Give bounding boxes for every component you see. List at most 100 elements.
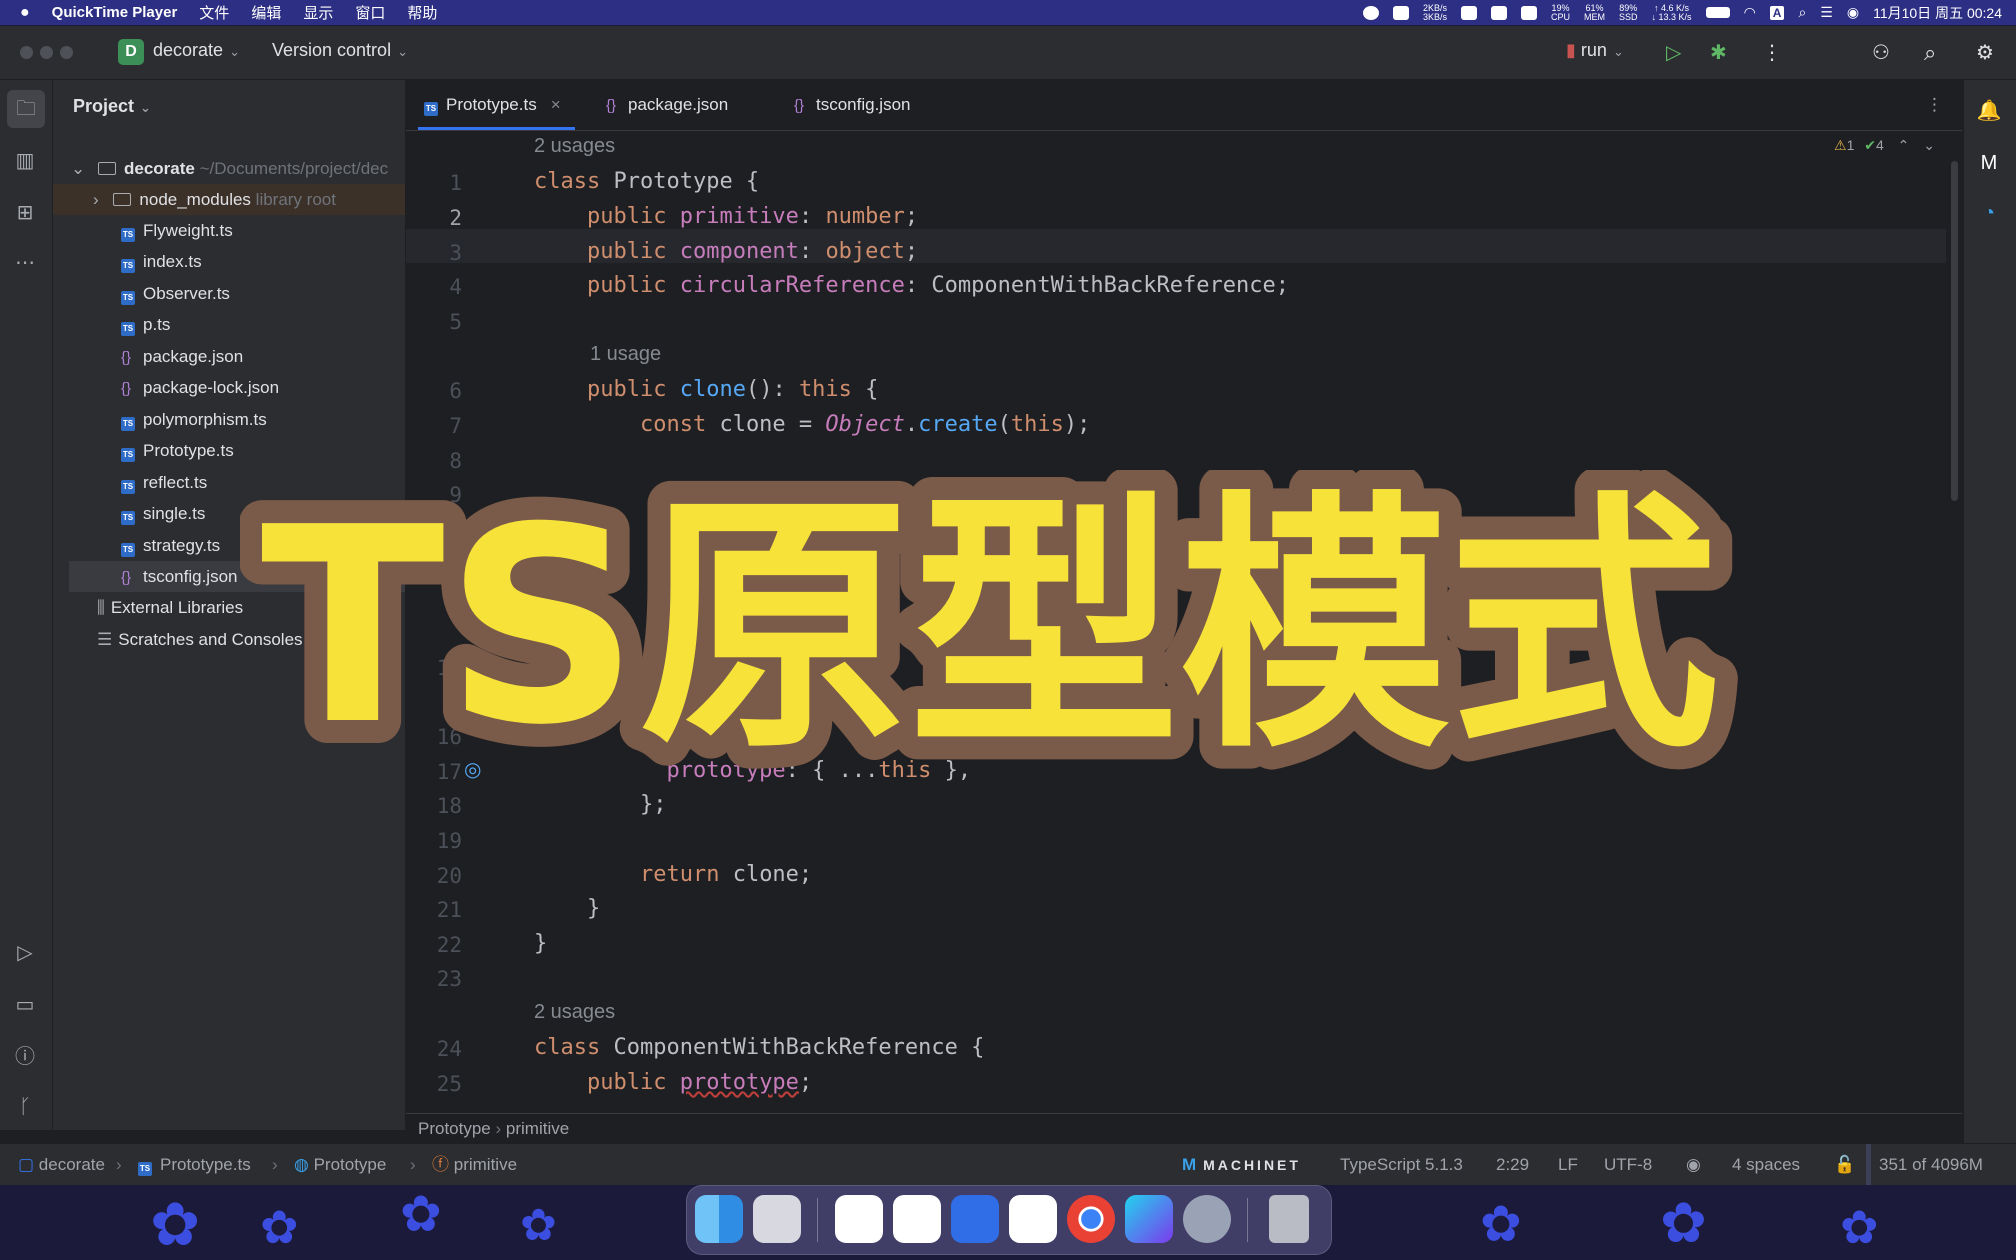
record-icon[interactable] xyxy=(1362,5,1379,20)
feishu-icon[interactable] xyxy=(951,1195,999,1243)
link-icon[interactable] xyxy=(1491,5,1507,20)
tabs-more-icon[interactable]: ⋮ xyxy=(1926,80,1943,130)
version-control-menu[interactable]: Version control ⌄ xyxy=(272,40,408,61)
menu-help[interactable]: 帮助 xyxy=(407,2,437,23)
editor-scrollbar[interactable] xyxy=(1951,161,1958,501)
webstorm-icon[interactable] xyxy=(1125,1195,1173,1243)
tree-item[interactable]: TS Observer.ts xyxy=(53,278,405,309)
project-badge[interactable]: D xyxy=(118,39,144,65)
tree-item[interactable]: TS index.ts xyxy=(53,246,405,277)
breadcrumb-class[interactable]: Prototype xyxy=(418,1119,491,1138)
lark-icon[interactable] xyxy=(893,1195,941,1243)
project-tool-icon[interactable]: 🗀 xyxy=(7,90,45,128)
status-path-file[interactable]: TS Prototype.ts xyxy=(138,1144,251,1185)
video-icon[interactable] xyxy=(1461,5,1477,20)
usage-hint[interactable]: 2 usages xyxy=(534,1001,615,1024)
tree-item[interactable]: {} package-lock.json xyxy=(53,372,405,403)
file-encoding[interactable]: UTF-8 xyxy=(1604,1144,1652,1185)
search-everywhere-icon[interactable]: ⌕ xyxy=(1924,40,1936,66)
menu-app-name[interactable]: QuickTime Player xyxy=(52,4,178,21)
structure-tool-icon[interactable]: ▥ xyxy=(12,148,38,174)
language-version[interactable]: TypeScript 5.1.3 xyxy=(1340,1144,1463,1185)
photos-app-icon[interactable] xyxy=(835,1195,883,1243)
line-number: 23 xyxy=(436,967,462,991)
bird-icon[interactable] xyxy=(1521,5,1537,20)
run-config-selector[interactable]: ▮ run ⌄ xyxy=(1566,40,1624,61)
apple-icon[interactable]: ● xyxy=(20,4,30,22)
chrome-icon[interactable] xyxy=(1067,1195,1115,1243)
plugins-tool-icon[interactable]: ⊞ xyxy=(12,200,38,226)
trash-icon[interactable] xyxy=(1269,1195,1309,1243)
machinet-icon[interactable]: M xyxy=(1976,150,2002,176)
menu-file[interactable]: 文件 xyxy=(199,2,229,23)
caret-position[interactable]: 2:29 xyxy=(1496,1144,1529,1185)
menu-view[interactable]: 显示 xyxy=(303,2,333,23)
menu-edit[interactable]: 编辑 xyxy=(251,2,281,23)
todesk-icon[interactable] xyxy=(1009,1195,1057,1243)
debug-button[interactable]: ✱ xyxy=(1710,40,1727,65)
project-switcher[interactable]: decorate ⌄ xyxy=(153,40,240,61)
tab-prototype-ts[interactable]: TS Prototype.ts × xyxy=(418,80,575,130)
chevron-down-icon[interactable]: ⌄ xyxy=(1923,137,1935,153)
input-method-icon[interactable]: A xyxy=(1769,5,1785,20)
tree-item[interactable]: TS Flyweight.ts xyxy=(53,215,405,246)
line-ending[interactable]: LF xyxy=(1558,1144,1578,1185)
finder-icon[interactable] xyxy=(695,1195,743,1243)
siri-icon[interactable]: ◉ xyxy=(1847,4,1859,21)
more-tools-icon[interactable]: ⋯ xyxy=(12,250,38,276)
control-center-icon[interactable]: ☰ xyxy=(1820,4,1833,21)
indent-setting[interactable]: 4 spaces xyxy=(1732,1144,1800,1185)
services-tool-icon[interactable]: ▷ xyxy=(12,940,38,966)
tree-item[interactable]: TS polymorphism.ts xyxy=(53,404,405,435)
close-tab-icon[interactable]: × xyxy=(551,95,561,114)
tree-item[interactable]: › node_modules library root xyxy=(53,184,405,215)
tab-package-json[interactable]: {} package.json xyxy=(606,80,728,130)
close-window-button[interactable] xyxy=(20,46,33,59)
typescript-file-icon: TS xyxy=(121,480,135,494)
settings-gear-icon[interactable]: ⚙ xyxy=(1976,40,1994,65)
notifications-icon[interactable]: 🔔 xyxy=(1976,98,2002,124)
problems-tool-icon[interactable]: ⓘ xyxy=(12,1044,38,1070)
eye-icon[interactable]: ◉ xyxy=(1686,1144,1701,1185)
collapse-arrow-icon[interactable]: › xyxy=(93,190,99,209)
memory-indicator[interactable]: 351 of 4096M xyxy=(1866,1144,1983,1185)
expand-arrow-icon[interactable]: ⌄ xyxy=(71,159,85,178)
menu-window[interactable]: 窗口 xyxy=(355,2,385,23)
field-icon: ⓕ xyxy=(432,1155,449,1174)
terminal-tool-icon[interactable]: ▭ xyxy=(12,992,38,1018)
zoom-window-button[interactable] xyxy=(60,46,73,59)
more-actions-icon[interactable]: ⋮ xyxy=(1762,40,1782,65)
cat-icon[interactable] xyxy=(1392,5,1409,20)
code-with-me-icon[interactable]: ⚇ xyxy=(1872,40,1890,65)
project-panel-title[interactable]: Project ⌄ xyxy=(73,96,151,117)
line-number: 5 xyxy=(449,310,462,334)
minimize-window-button[interactable] xyxy=(40,46,53,59)
status-path-field[interactable]: ⓕ primitive xyxy=(432,1144,517,1185)
lock-icon[interactable]: 🔓 xyxy=(1834,1144,1855,1185)
git-tool-icon[interactable]: ᚴ xyxy=(12,1094,38,1120)
battery-icon[interactable] xyxy=(1705,7,1730,18)
status-path-class[interactable]: ◍ Prototype xyxy=(294,1144,386,1185)
run-button[interactable]: ▷ xyxy=(1666,40,1681,65)
tab-tsconfig-json[interactable]: {} tsconfig.json xyxy=(794,80,911,130)
spotlight-icon[interactable]: ⌕ xyxy=(1798,4,1806,21)
tree-item[interactable]: TS p.ts xyxy=(53,309,405,340)
status-path-project[interactable]: ▢ decorate xyxy=(18,1144,105,1185)
transfer-rate: ↑ 4.6 K/s ↓ 13.3 K/s xyxy=(1651,2,1692,22)
launchpad-icon[interactable] xyxy=(753,1195,801,1243)
clock[interactable]: 11月10日 周五 00:24 xyxy=(1873,3,2002,23)
line-number: 19 xyxy=(436,829,462,853)
tree-item[interactable]: {} package.json xyxy=(53,341,405,372)
ai-assistant-icon[interactable]: ◔ xyxy=(1976,200,2002,226)
chevron-up-icon[interactable]: ⌃ xyxy=(1898,137,1910,153)
machinet-status[interactable]: M MACHINET xyxy=(1182,1144,1301,1186)
tree-root[interactable]: ⌄ decorate ~/Documents/project/dec xyxy=(53,153,405,184)
breadcrumb-member[interactable]: primitive xyxy=(506,1119,569,1138)
inspection-widget[interactable]: ⚠1 ✔4 ⌃ ⌄ xyxy=(1834,137,1935,154)
quicktime-icon[interactable] xyxy=(1183,1195,1231,1243)
tree-item[interactable]: TS Prototype.ts xyxy=(53,435,405,466)
usage-hint[interactable]: 2 usages xyxy=(534,135,615,158)
line-number: 2 xyxy=(449,206,462,230)
wifi-icon[interactable]: ◠ xyxy=(1744,4,1756,21)
usage-hint[interactable]: 1 usage xyxy=(590,343,661,366)
